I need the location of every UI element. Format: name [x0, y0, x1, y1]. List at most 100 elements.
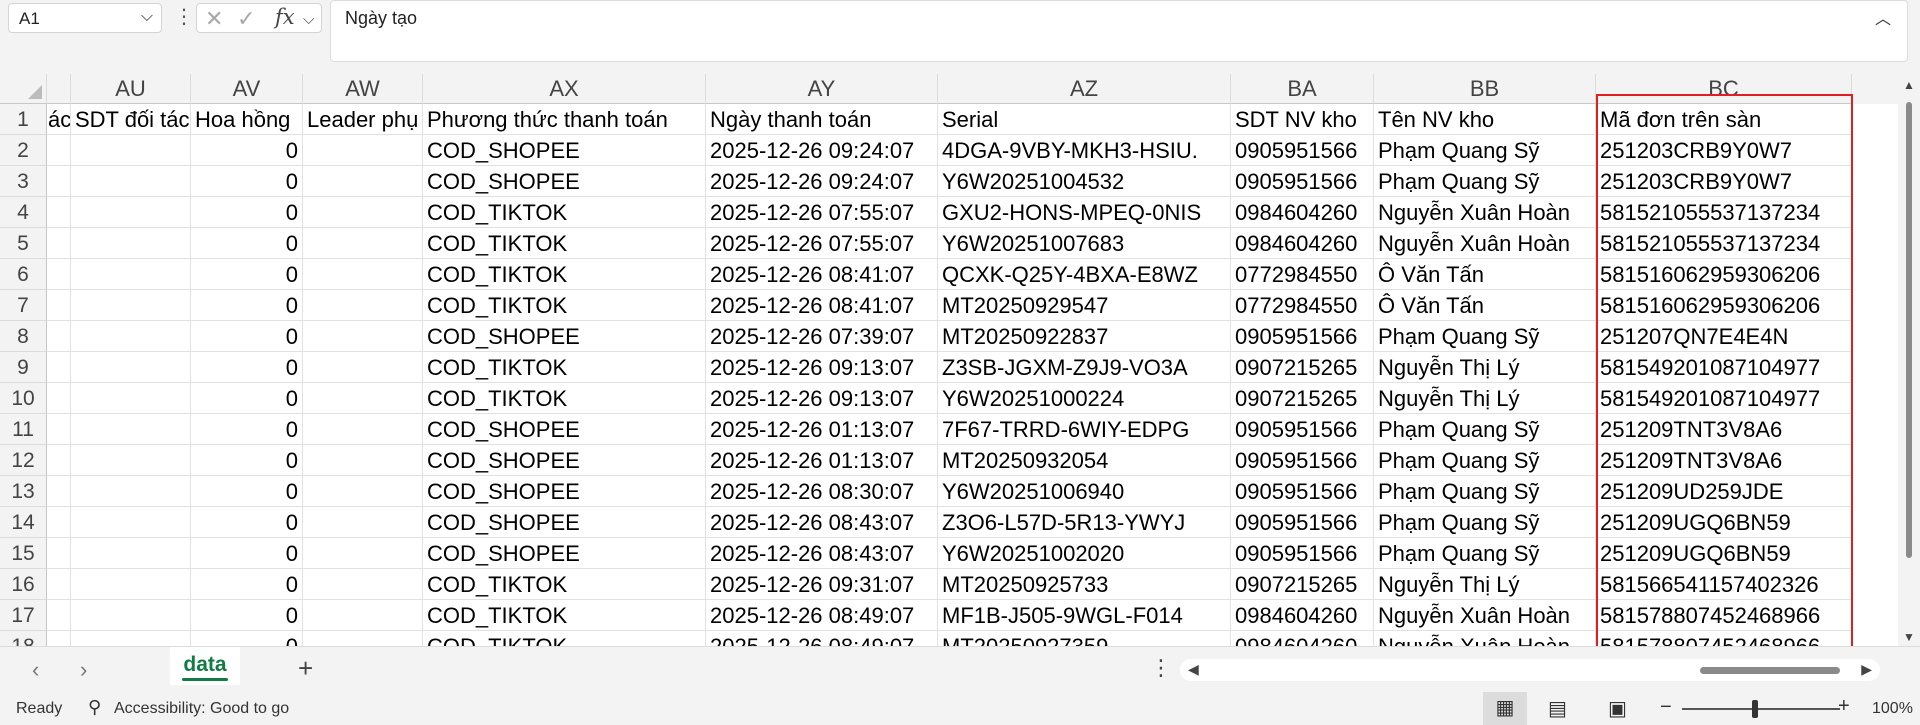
table-cell[interactable]: [71, 507, 191, 538]
table-cell[interactable]: COD_SHOPEE: [423, 135, 706, 166]
table-cell[interactable]: [47, 290, 71, 321]
table-cell[interactable]: Phạm Quang Sỹ: [1374, 414, 1596, 445]
table-cell[interactable]: 0: [191, 383, 303, 414]
table-cell[interactable]: 2025-12-26 07:55:07: [706, 197, 938, 228]
table-cell[interactable]: [47, 383, 71, 414]
row-header[interactable]: 9: [0, 352, 47, 383]
header-cell[interactable]: Tên NV kho: [1374, 104, 1596, 135]
row-header[interactable]: 13: [0, 476, 47, 507]
table-cell[interactable]: [303, 476, 423, 507]
table-cell[interactable]: [47, 321, 71, 352]
table-cell[interactable]: 581516062959306206: [1596, 290, 1852, 321]
table-cell[interactable]: 0907215265: [1231, 569, 1374, 600]
table-cell[interactable]: [71, 259, 191, 290]
table-cell[interactable]: 0772984550: [1231, 290, 1374, 321]
table-cell[interactable]: MT20250929547: [938, 290, 1231, 321]
table-cell[interactable]: 2025-12-26 08:43:07: [706, 538, 938, 569]
table-cell[interactable]: Phạm Quang Sỹ: [1374, 507, 1596, 538]
header-cell[interactable]: SDT đối tác: [71, 104, 191, 135]
table-cell[interactable]: 2025-12-26 08:30:07: [706, 476, 938, 507]
table-cell[interactable]: [303, 197, 423, 228]
table-cell[interactable]: 581516062959306206: [1596, 259, 1852, 290]
table-cell[interactable]: [303, 290, 423, 321]
table-cell[interactable]: 0: [191, 631, 303, 646]
table-cell[interactable]: COD_TIKTOK: [423, 228, 706, 259]
table-cell[interactable]: 0907215265: [1231, 352, 1374, 383]
column-header-BB[interactable]: BB: [1374, 74, 1596, 104]
column-header-AX[interactable]: AX: [423, 74, 706, 104]
table-cell[interactable]: 581578807452468966: [1596, 631, 1852, 646]
header-cell[interactable]: SDT NV kho: [1231, 104, 1374, 135]
column-header-AW[interactable]: AW: [303, 74, 423, 104]
table-cell[interactable]: COD_SHOPEE: [423, 538, 706, 569]
header-cell[interactable]: ác: [47, 104, 71, 135]
zoom-slider[interactable]: [1682, 708, 1840, 710]
row-header[interactable]: 4: [0, 197, 47, 228]
row-header[interactable]: 2: [0, 135, 47, 166]
table-cell[interactable]: Phạm Quang Sỹ: [1374, 476, 1596, 507]
row-header[interactable]: 16: [0, 569, 47, 600]
table-cell[interactable]: QCXK-Q25Y-4BXA-E8WZ: [938, 259, 1231, 290]
accessibility-status[interactable]: Accessibility: Good to go: [114, 700, 289, 718]
table-cell[interactable]: Nguyễn Xuân Hoàn: [1374, 600, 1596, 631]
table-cell[interactable]: 0907215265: [1231, 383, 1374, 414]
zoom-slider-thumb[interactable]: [1752, 700, 1758, 718]
column-header-BA[interactable]: BA: [1231, 74, 1374, 104]
row-header[interactable]: 5: [0, 228, 47, 259]
scroll-up-icon[interactable]: ▲: [1903, 78, 1915, 92]
table-cell[interactable]: Z3O6-L57D-5R13-YWYJ: [938, 507, 1231, 538]
table-cell[interactable]: COD_TIKTOK: [423, 197, 706, 228]
table-cell[interactable]: 0: [191, 228, 303, 259]
table-cell[interactable]: 2025-12-26 07:55:07: [706, 228, 938, 259]
table-cell[interactable]: 0905951566: [1231, 166, 1374, 197]
table-cell[interactable]: Phạm Quang Sỹ: [1374, 135, 1596, 166]
table-cell[interactable]: Y6W20251006940: [938, 476, 1231, 507]
table-cell[interactable]: 0: [191, 259, 303, 290]
table-cell[interactable]: [303, 352, 423, 383]
previous-sheet-icon[interactable]: ‹: [32, 657, 39, 683]
table-cell[interactable]: 0984604260: [1231, 197, 1374, 228]
table-cell[interactable]: [71, 135, 191, 166]
table-cell[interactable]: [303, 569, 423, 600]
table-cell[interactable]: [47, 197, 71, 228]
row-header[interactable]: 11: [0, 414, 47, 445]
table-cell[interactable]: COD_SHOPEE: [423, 445, 706, 476]
header-cell[interactable]: Hoa hồng: [191, 104, 303, 135]
table-cell[interactable]: Nguyễn Xuân Hoàn: [1374, 197, 1596, 228]
table-cell[interactable]: 2025-12-26 09:24:07: [706, 166, 938, 197]
table-cell[interactable]: Ô Văn Tấn: [1374, 259, 1596, 290]
table-cell[interactable]: [47, 476, 71, 507]
table-cell[interactable]: [47, 445, 71, 476]
table-cell[interactable]: 0: [191, 476, 303, 507]
table-cell[interactable]: [71, 445, 191, 476]
table-cell[interactable]: [47, 228, 71, 259]
table-cell[interactable]: [47, 135, 71, 166]
table-cell[interactable]: [303, 383, 423, 414]
table-cell[interactable]: 581549201087104977: [1596, 352, 1852, 383]
table-cell[interactable]: 2025-12-26 01:13:07: [706, 414, 938, 445]
table-cell[interactable]: [303, 631, 423, 646]
table-cell[interactable]: COD_TIKTOK: [423, 600, 706, 631]
table-cell[interactable]: Ô Văn Tấn: [1374, 290, 1596, 321]
column-header-BC[interactable]: BC: [1596, 74, 1852, 104]
table-cell[interactable]: [303, 321, 423, 352]
row-header[interactable]: 12: [0, 445, 47, 476]
header-cell[interactable]: Mã đơn trên sàn: [1596, 104, 1852, 135]
table-cell[interactable]: 0984604260: [1231, 600, 1374, 631]
table-cell[interactable]: 0905951566: [1231, 135, 1374, 166]
table-cell[interactable]: [303, 135, 423, 166]
table-cell[interactable]: 251209UGQ6BN59: [1596, 507, 1852, 538]
horizontal-scroll-thumb[interactable]: [1700, 667, 1840, 674]
column-header-AU[interactable]: AU: [71, 74, 191, 104]
table-cell[interactable]: [71, 538, 191, 569]
table-cell[interactable]: 0: [191, 445, 303, 476]
column-header-AY[interactable]: AY: [706, 74, 938, 104]
row-header[interactable]: 7: [0, 290, 47, 321]
table-cell[interactable]: 581578807452468966: [1596, 600, 1852, 631]
select-all-corner[interactable]: [0, 74, 47, 104]
table-cell[interactable]: [303, 166, 423, 197]
row-header[interactable]: 18: [0, 631, 47, 646]
table-cell[interactable]: Y6W20251000224: [938, 383, 1231, 414]
sheet-tab-data[interactable]: data: [170, 647, 240, 685]
table-cell[interactable]: 2025-12-26 07:39:07: [706, 321, 938, 352]
